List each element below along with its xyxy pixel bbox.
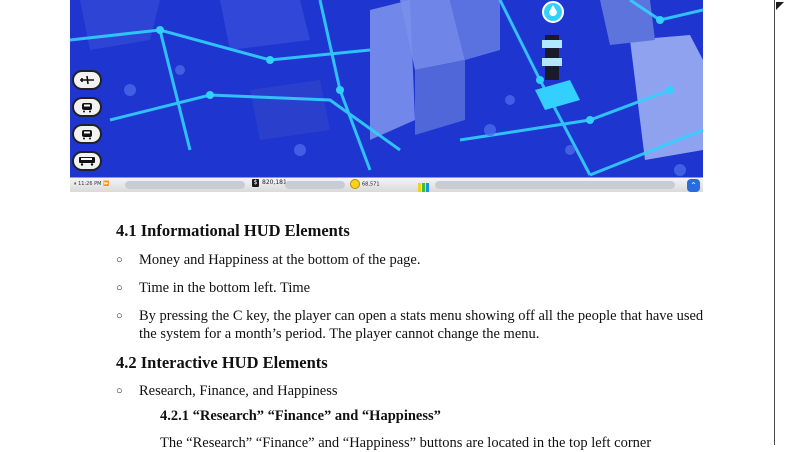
bus-icon xyxy=(79,157,95,166)
city-scene xyxy=(70,0,703,192)
hud-empty-slot xyxy=(285,181,345,189)
bus-button[interactable] xyxy=(72,151,102,171)
money-icon: $ xyxy=(252,179,259,187)
airplane-button[interactable] xyxy=(72,70,102,90)
list-item-text: By pressing the C key, the player can op… xyxy=(139,308,704,342)
happiness-value: 68,571 xyxy=(362,181,380,188)
hud-empty-slot xyxy=(125,181,245,189)
viewer-margin xyxy=(775,0,795,445)
bullet-icon: ○ xyxy=(116,385,123,397)
money-value: 820,181 xyxy=(262,179,287,186)
section-heading-4-2: 4.2 Interactive HUD Elements xyxy=(116,353,328,372)
train-icon xyxy=(82,102,92,112)
train-icon xyxy=(82,129,92,139)
section-heading-4-1: 4.1 Informational HUD Elements xyxy=(116,221,350,240)
bullet-icon: ○ xyxy=(116,310,123,322)
scroll-corner-icon[interactable] xyxy=(776,2,784,10)
time-text: 11:26 PM xyxy=(78,181,102,187)
bullet-icon: ○ xyxy=(116,254,123,266)
subsection-heading-4-2-1: 4.2.1 “Research” “Finance” and “Happines… xyxy=(160,408,441,424)
smiley-icon xyxy=(350,179,360,189)
pause-icon[interactable]: ⏸ xyxy=(74,181,77,187)
time-display: ⏸ 11:26 PM ⏩ xyxy=(74,181,109,187)
money-display: $820,181 xyxy=(252,179,287,187)
list-item-text: Research, Finance, and Happiness xyxy=(139,383,338,399)
status-bars xyxy=(418,180,430,192)
document-viewer: ⏸ 11:26 PM ⏩ $820,181 68,571 ⌃ 4.1 Infor… xyxy=(0,0,795,451)
vehicle-toolbar xyxy=(70,70,104,178)
bullet-icon: ○ xyxy=(116,282,123,294)
chevron-up-icon: ⌃ xyxy=(690,181,697,190)
fast-forward-icon[interactable]: ⏩ xyxy=(103,181,109,187)
train-button[interactable] xyxy=(72,97,102,117)
subway-button[interactable] xyxy=(72,124,102,144)
hud-empty-slot xyxy=(435,181,675,189)
list-item-text: Time in the bottom left. Time xyxy=(139,280,311,296)
happiness-display: 68,571 xyxy=(350,179,380,189)
paragraph-text: The “Research” “Finance” and “Happiness”… xyxy=(160,435,652,451)
layers-button[interactable]: ⌃ xyxy=(687,179,700,192)
game-screenshot: ⏸ 11:26 PM ⏩ $820,181 68,571 ⌃ xyxy=(70,0,703,192)
airplane-icon xyxy=(80,75,94,85)
hud-bar: ⏸ 11:26 PM ⏩ $820,181 68,571 ⌃ xyxy=(70,177,703,192)
list-item-text: Money and Happiness at the bottom of the… xyxy=(139,252,421,268)
